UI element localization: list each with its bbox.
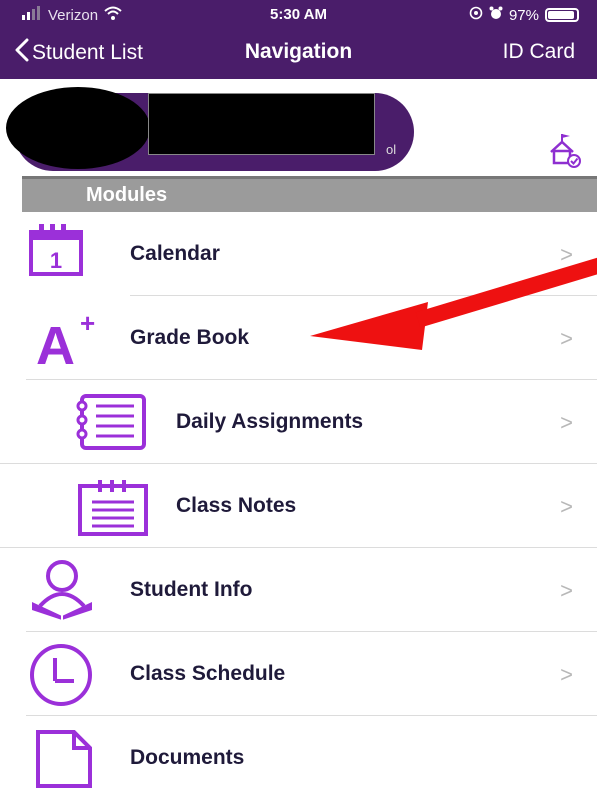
class-notes-label: Class Notes [176, 494, 297, 517]
list-item-class-notes[interactable]: Class Notes > [0, 464, 597, 548]
grade-book-icon: A + [36, 308, 106, 376]
list-item-daily-assignments[interactable]: Daily Assignments > [0, 380, 597, 464]
calendar-icon: 1 [28, 222, 84, 283]
list-item-documents[interactable]: Documents [0, 716, 597, 800]
class-schedule-label: Class Schedule [130, 662, 286, 685]
chevron-right-icon: > [560, 494, 573, 519]
list-item-student-info[interactable]: Student Info > [0, 548, 597, 632]
chevron-right-icon: > [560, 410, 573, 435]
daily-assignments-label: Daily Assignments [176, 410, 364, 433]
clock-icon [28, 642, 94, 713]
svg-text:A: A [36, 316, 75, 370]
school-name-fragment: ol [386, 142, 397, 157]
chevron-left-icon [14, 38, 30, 68]
chevron-right-icon: > [560, 578, 573, 603]
student-info-label: Student Info [130, 578, 253, 601]
school-check-icon[interactable] [548, 130, 584, 175]
calendar-label: Calendar [130, 242, 220, 265]
battery-percent: 97% [508, 6, 539, 24]
status-right: 97% [469, 6, 579, 24]
chevron-right-icon: > [560, 662, 573, 687]
document-icon [34, 728, 94, 793]
location-icon [469, 6, 483, 24]
student-card[interactable] [0, 79, 597, 176]
top-bar: Verizon 5:30 AM 97% Student List Navigat… [0, 0, 597, 79]
avatar [6, 87, 150, 169]
id-card-button[interactable]: ID Card [503, 40, 575, 64]
grade-book-label: Grade Book [130, 326, 250, 349]
modules-header: Modules [22, 176, 597, 212]
back-label: Student List [32, 41, 143, 64]
alarm-icon [489, 6, 503, 24]
battery-icon [545, 8, 579, 22]
class-notes-icon [76, 478, 152, 543]
svg-text:+: + [80, 310, 95, 338]
student-info-icon [30, 558, 94, 627]
svg-text:1: 1 [50, 248, 62, 273]
annotation-arrow [310, 252, 597, 357]
navigation-bar: Student List Navigation ID Card [0, 30, 597, 79]
status-bar: Verizon 5:30 AM 97% [0, 0, 597, 30]
list-item-class-schedule[interactable]: Class Schedule > [0, 632, 597, 716]
redacted-name [148, 93, 375, 155]
documents-label: Documents [130, 746, 245, 769]
assignments-icon [76, 390, 152, 459]
back-button[interactable]: Student List [14, 38, 143, 68]
